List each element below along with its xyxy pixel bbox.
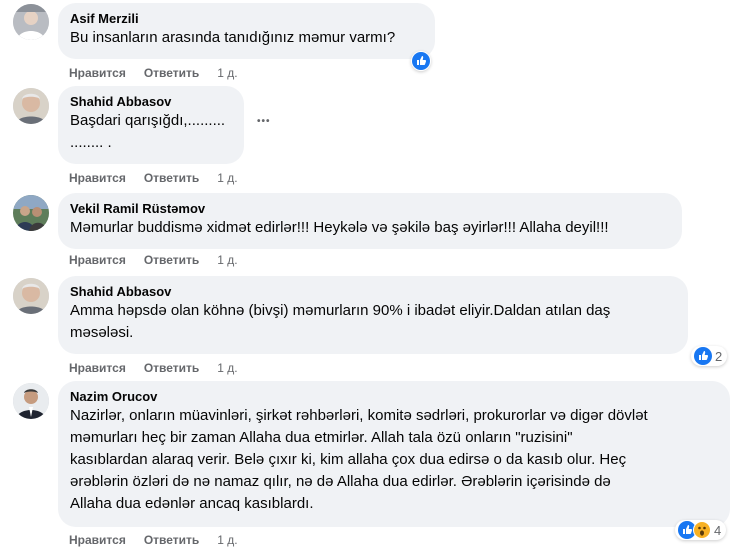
comment-text-line: Allaha dua edənlər ancaq kasıblardı. <box>70 495 314 512</box>
comment-text-line: məmurları heç bir zaman Allaha dua etmir… <box>70 429 573 446</box>
reply-button[interactable]: Ответить <box>144 253 199 267</box>
like-button[interactable]: Нравится <box>69 66 126 80</box>
like-button[interactable]: Нравится <box>69 171 126 185</box>
more-options-icon[interactable]: ••• <box>257 116 271 127</box>
comment-text-line: Bu insanların arasında tanıdığınız məmur… <box>70 29 396 46</box>
reply-button[interactable]: Ответить <box>144 533 199 547</box>
comment-author[interactable]: Shahid Abbasov <box>70 284 676 300</box>
like-button[interactable]: Нравится <box>69 533 126 547</box>
comment-author[interactable]: Vekil Ramil Rüstəmov <box>70 201 670 217</box>
avatar[interactable] <box>13 4 49 40</box>
comment-timestamp[interactable]: 1 д. <box>217 533 237 547</box>
reply-button[interactable]: Ответить <box>144 66 199 80</box>
avatar[interactable] <box>13 383 49 419</box>
comment-text-line: Nazirlər, onların müavinləri, şirkət rəh… <box>70 407 648 424</box>
comment-author[interactable]: Nazim Orucov <box>70 389 718 405</box>
comment-timestamp[interactable]: 1 д. <box>217 66 237 80</box>
comment-text-line: kasıblardan alaraq verir. Belə çıxır ki,… <box>70 451 627 468</box>
like-button[interactable]: Нравится <box>69 253 126 267</box>
avatar[interactable] <box>13 278 49 314</box>
reactions-summary[interactable]: 4 <box>675 520 727 540</box>
avatar[interactable] <box>13 195 49 231</box>
comment-bubble: Vekil Ramil Rüstəmov Məmurlar buddismə x… <box>58 193 682 249</box>
comment-text-line: məsələsi. <box>70 324 134 341</box>
comment-text-line: Amma həpsdə olan köhnə (bivşi) məmurları… <box>70 302 611 319</box>
comment-text-line: ərəblərin özləri də nə namaz qılır, nə d… <box>70 473 611 490</box>
reply-button[interactable]: Ответить <box>144 361 199 375</box>
comment-actions: Нравится Ответить 1 д. <box>69 171 256 185</box>
comment-bubble: Shahid Abbasov Amma həpsdə olan köhnə (b… <box>58 276 688 354</box>
comment-timestamp[interactable]: 1 д. <box>217 253 237 267</box>
reactions-summary[interactable]: 2 <box>691 346 728 366</box>
reaction-count: 2 <box>715 348 723 364</box>
like-button[interactable]: Нравится <box>69 361 126 375</box>
avatar[interactable] <box>13 88 49 124</box>
comment-bubble: Shahid Abbasov Başdari qarışığdı,.......… <box>58 86 244 164</box>
comment-actions: Нравится Ответить 1 д. <box>69 253 256 267</box>
comment-actions: Нравится Ответить 1 д. <box>69 533 256 547</box>
comment-text-line: ........ . <box>70 134 112 151</box>
comment-text-line: Başdari qarışığdı,......... <box>70 112 226 129</box>
comment-bubble: Nazim Orucov Nazirlər, onların müavinlər… <box>58 381 730 527</box>
comment-text-line: Məmurlar buddismə xidmət edirlər!!! Heyk… <box>70 219 609 236</box>
comment-actions: Нравится Ответить 1 д. <box>69 66 256 80</box>
comment-timestamp[interactable]: 1 д. <box>217 171 237 185</box>
comment-author[interactable]: Asif Merzili <box>70 11 423 27</box>
reactions-summary[interactable] <box>411 51 431 71</box>
comment-actions: Нравится Ответить 1 д. <box>69 361 256 375</box>
like-icon <box>412 52 430 70</box>
reply-button[interactable]: Ответить <box>144 171 199 185</box>
wow-icon <box>693 521 711 539</box>
like-icon <box>694 347 712 365</box>
comment-bubble: Asif Merzili Bu insanların arasında tanı… <box>58 3 435 59</box>
comment-author[interactable]: Shahid Abbasov <box>70 94 232 110</box>
reaction-count: 4 <box>714 522 722 538</box>
comment-timestamp[interactable]: 1 д. <box>217 361 237 375</box>
